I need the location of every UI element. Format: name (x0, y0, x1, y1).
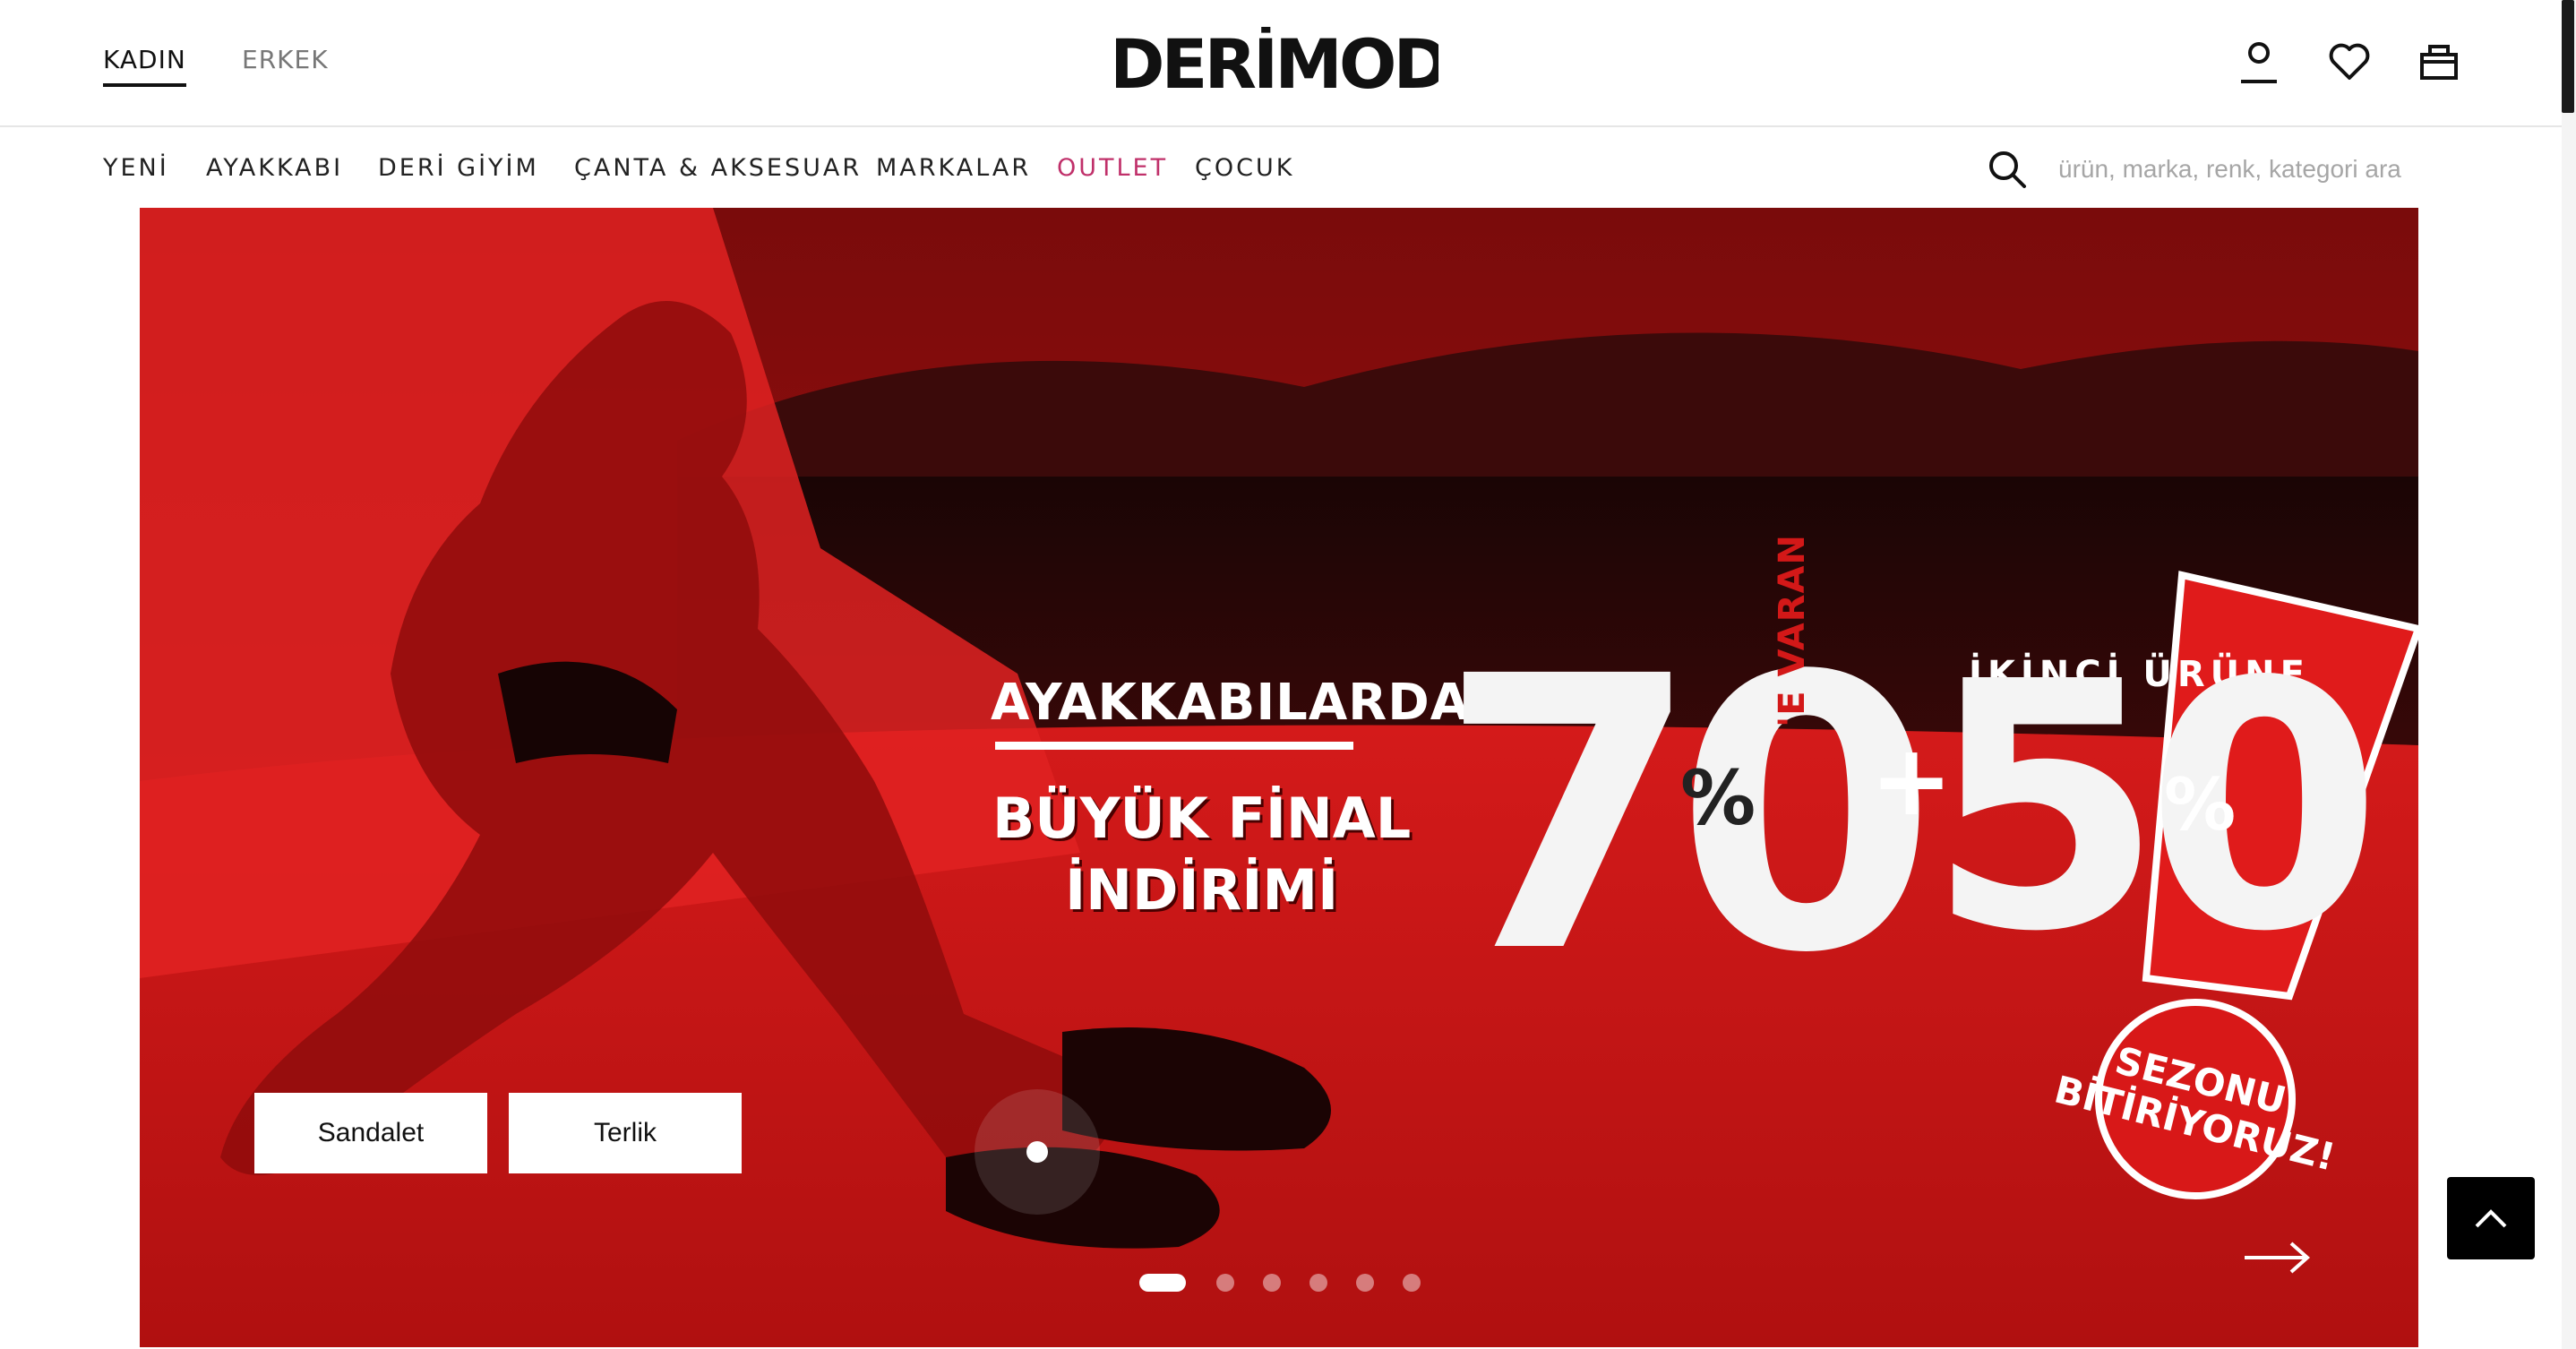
chevron-up-icon (2475, 1209, 2507, 1228)
wishlist-button[interactable] (2322, 34, 2377, 90)
bag-icon (2420, 45, 2458, 80)
scroll-to-top-button[interactable] (2447, 1177, 2535, 1259)
top-header: KADIN ERKEK DERİMOD (0, 0, 2562, 127)
slider-dot[interactable] (1139, 1274, 1186, 1292)
slider-dot[interactable] (1263, 1274, 1281, 1292)
nav-item-ayakkabi[interactable]: AYAKKABI (206, 154, 343, 182)
logo-text: DERİMOD (1116, 27, 1438, 99)
promo-headline-top: AYAKKABILARDA (991, 674, 1471, 732)
page-scrollbar[interactable] (2562, 0, 2576, 1349)
search-input[interactable] (2058, 147, 2452, 192)
heart-icon (2329, 43, 2370, 80)
cursor-indicator (975, 1089, 1100, 1215)
hero-banner[interactable]: AYAKKABILARDA BÜYÜK FİNAL İNDİRİMİ 70 % … (140, 208, 2418, 1347)
terlik-button[interactable]: Terlik (509, 1093, 742, 1173)
search-bar (1987, 147, 2452, 192)
slider-dot[interactable] (1309, 1274, 1327, 1292)
tab-kadin[interactable]: KADIN (103, 45, 186, 87)
promo-headline: BÜYÜK FİNAL İNDİRİMİ (992, 783, 1411, 926)
brand-logo[interactable]: DERİMOD (1116, 27, 1438, 99)
nav-item-deri-giyim[interactable]: DERİ GİYİM (378, 154, 539, 182)
main-nav: YENİ AYAKKABI DERİ GİYİM ÇANTA & AKSESUA… (0, 127, 2562, 208)
nav-item-yeni[interactable]: YENİ (103, 154, 169, 182)
promo-headline-line2: İNDİRİMİ (1065, 857, 1339, 923)
slider-dot[interactable] (1216, 1274, 1234, 1292)
nav-item-cocuk[interactable]: ÇOCUK (1195, 154, 1294, 182)
sandalet-button[interactable]: Sandalet (254, 1093, 487, 1173)
discount-70-percent: % (1680, 754, 1756, 842)
nav-item-canta-aksesuar[interactable]: ÇANTA & AKSESUAR (574, 154, 862, 182)
promo-divider (995, 742, 1353, 750)
discount-50: 50 (1927, 609, 2383, 1006)
slider-dots (1139, 1272, 1449, 1293)
discount-50-percent: % (2164, 763, 2237, 846)
next-arrow-icon[interactable] (2241, 1231, 2313, 1285)
cart-button[interactable] (2411, 34, 2467, 90)
nav-item-outlet[interactable]: OUTLET (1057, 154, 1168, 182)
slider-dot[interactable] (1403, 1274, 1421, 1292)
nav-item-markalar[interactable]: MARKALAR (876, 154, 1031, 182)
tab-erkek[interactable]: ERKEK (242, 45, 329, 74)
account-button[interactable] (2231, 34, 2287, 90)
discount-70-suffix: 'E VARAN (1772, 534, 1813, 727)
scrollbar-thumb[interactable] (2562, 0, 2574, 113)
slider-dot[interactable] (1356, 1274, 1374, 1292)
discount-70: 70 (1438, 597, 1937, 1035)
user-icon (2241, 42, 2277, 83)
search-icon[interactable] (1987, 149, 2028, 190)
promo-headline-line1: BÜYÜK FİNAL (992, 786, 1412, 851)
